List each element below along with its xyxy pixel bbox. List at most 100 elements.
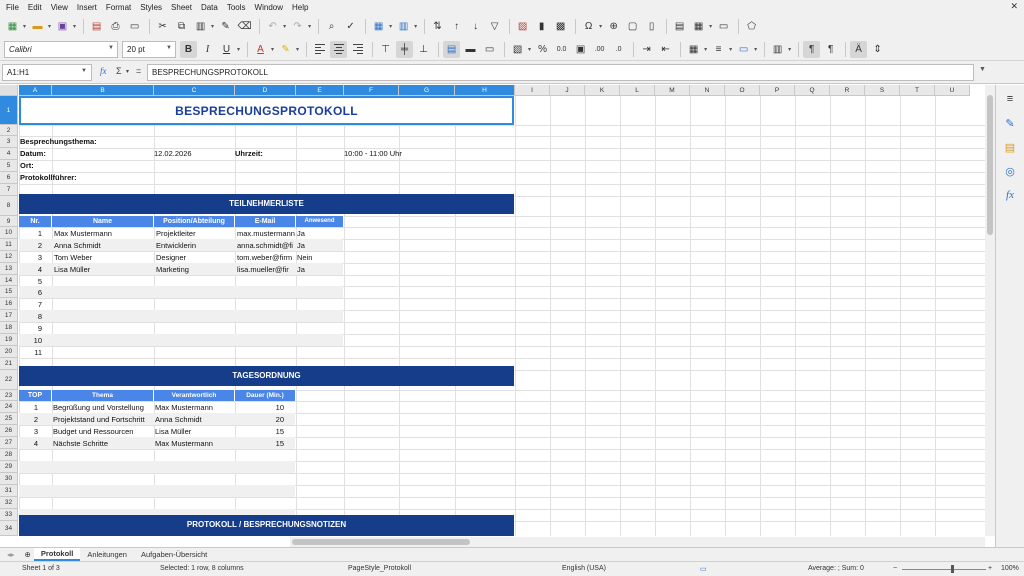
functions-icon[interactable]: fx (1002, 187, 1018, 203)
column-header-f[interactable]: F (344, 85, 399, 96)
navigator-icon[interactable]: ◎ (1002, 163, 1018, 179)
clone-formatting-icon[interactable]: ✎ (217, 18, 234, 35)
freeze-rows-columns-icon[interactable]: ▦ (690, 18, 707, 35)
define-print-area-icon[interactable]: ▤ (671, 18, 688, 35)
increase-indent-icon[interactable]: ⇥ (638, 41, 655, 58)
zoom-slider-handle[interactable] (951, 565, 954, 573)
menu-view[interactable]: View (51, 3, 68, 12)
headers-footers-icon[interactable]: ▯ (643, 18, 660, 35)
row-icon[interactable]: ▦ (370, 18, 387, 35)
row-header-25[interactable]: 25 (0, 413, 18, 425)
column-header-o[interactable]: O (725, 85, 760, 96)
add-decimal-icon[interactable]: .00 (591, 41, 608, 58)
merge-center-icon[interactable]: ▬ (462, 41, 479, 58)
copy-icon[interactable]: ⧉ (173, 18, 190, 35)
print-preview-icon[interactable]: ▭ (126, 18, 143, 35)
split-window-icon[interactable]: ▭ (715, 18, 732, 35)
column-header-j[interactable]: J (550, 85, 585, 96)
sheet-nav-icon[interactable]: ◂▸ (0, 550, 22, 559)
column-header-i[interactable]: I (515, 85, 550, 96)
insert-chart-icon[interactable]: ▮ (533, 18, 550, 35)
new-dropdown-icon[interactable]: ▾ (23, 23, 26, 30)
row-header-23[interactable]: 23 (0, 390, 18, 401)
add-sheet-icon[interactable]: ⊕ (22, 550, 34, 559)
tab-aufgaben-uebersicht[interactable]: Aufgaben-Übersicht (134, 550, 214, 559)
font-size-box[interactable]: 20 pt ▼ (122, 40, 176, 58)
column-header-t[interactable]: T (900, 85, 935, 96)
column-header-a[interactable]: A (19, 85, 52, 96)
menu-help[interactable]: Help (292, 3, 308, 12)
row-header-15[interactable]: 15 (0, 286, 18, 298)
format-as-currency-icon[interactable]: ▧ (509, 41, 526, 58)
cut-icon[interactable]: ✂ (154, 18, 171, 35)
borders-icon[interactable]: ▦ (685, 41, 702, 58)
row-header-24[interactable]: 24 (0, 401, 18, 413)
menu-styles[interactable]: Styles (140, 3, 162, 12)
row-header-16[interactable]: 16 (0, 298, 18, 310)
menu-edit[interactable]: Edit (28, 3, 42, 12)
close-document-icon[interactable]: ✕ (1010, 1, 1018, 12)
autofilter-icon[interactable]: ▽ (486, 18, 503, 35)
border-color-dropdown-icon[interactable]: ▾ (754, 46, 757, 53)
formula-icon[interactable]: = (136, 66, 141, 76)
vertical-scrollbar[interactable] (985, 85, 995, 536)
border-style-icon[interactable]: ≡ (710, 41, 727, 58)
column-header-u[interactable]: U (935, 85, 970, 96)
row-header-32[interactable]: 32 (0, 497, 18, 509)
highlight-dropdown-icon[interactable]: ▾ (296, 46, 299, 53)
column-header-g[interactable]: G (399, 85, 455, 96)
menu-sheet[interactable]: Sheet (171, 3, 192, 12)
column-header-m[interactable]: M (655, 85, 690, 96)
font-color-dropdown-icon[interactable]: ▾ (271, 46, 274, 53)
zoom-slider[interactable] (902, 569, 986, 570)
unmerge-cells-icon[interactable]: ▭ (481, 41, 498, 58)
row-header-20[interactable]: 20 (0, 346, 18, 358)
sidebar-menu-icon[interactable]: ≡ (1002, 91, 1018, 107)
highlight-color-icon[interactable]: ✎ (277, 41, 294, 58)
conditional-format-icon[interactable]: ▥ (769, 41, 786, 58)
scrollbar-thumb[interactable] (292, 539, 470, 545)
redo-dropdown-icon[interactable]: ▾ (308, 23, 311, 30)
align-right-icon[interactable] (349, 41, 366, 58)
format-as-date-icon[interactable]: ▣ (572, 41, 589, 58)
row-header-3[interactable]: 3 (0, 136, 18, 148)
sort-descending-icon[interactable]: ↓ (467, 18, 484, 35)
tab-protokoll[interactable]: Protokoll (33, 548, 81, 561)
border-style-dropdown-icon[interactable]: ▾ (729, 46, 732, 53)
right-to-left-icon[interactable]: ¶ (822, 41, 839, 58)
vertical-text-icon[interactable]: ⇕ (869, 41, 886, 58)
zoom-in-icon[interactable]: + (988, 565, 992, 572)
zoom-level[interactable]: 100% (1001, 565, 1019, 572)
menu-tools[interactable]: Tools (227, 3, 246, 12)
italic-button[interactable]: I (199, 41, 216, 58)
row-header-6[interactable]: 6 (0, 172, 18, 184)
column-header-r[interactable]: R (830, 85, 865, 96)
row-header-1[interactable]: 1 (0, 96, 18, 125)
new-document-icon[interactable]: ▦ (4, 18, 21, 35)
undo-icon[interactable]: ↶ (264, 18, 281, 35)
sort-ascending-icon[interactable]: ↑ (448, 18, 465, 35)
align-center-icon[interactable] (330, 40, 348, 58)
language[interactable]: English (USA) (562, 565, 606, 572)
text-direction-icon[interactable]: Ä (850, 40, 868, 58)
special-char-dropdown-icon[interactable]: ▾ (599, 23, 602, 30)
center-vertically-icon[interactable]: ╪ (396, 40, 414, 58)
row-header-17[interactable]: 17 (0, 310, 18, 322)
properties-icon[interactable]: ✎ (1002, 115, 1018, 131)
styles-icon[interactable]: ▤ (1002, 139, 1018, 155)
row-header-7[interactable]: 7 (0, 184, 18, 196)
sum-dropdown-icon[interactable]: ▾ (126, 68, 129, 75)
row-header-19[interactable]: 19 (0, 334, 18, 346)
currency-dropdown-icon[interactable]: ▾ (528, 46, 531, 53)
tab-anleitungen[interactable]: Anleitungen (80, 550, 134, 559)
row-header-13[interactable]: 13 (0, 263, 18, 275)
page-style[interactable]: PageStyle_Protokoll (348, 565, 411, 572)
scrollbar-thumb[interactable] (987, 95, 993, 235)
print-icon[interactable]: ⎙ (107, 18, 124, 35)
row-header-4[interactable]: 4 (0, 148, 18, 160)
find-replace-icon[interactable]: ⌕ (323, 18, 340, 35)
insert-pivot-icon[interactable]: ▩ (552, 18, 569, 35)
wrap-text-icon[interactable]: ▤ (443, 40, 461, 58)
selection-mode-icon[interactable]: ▭ (700, 565, 707, 573)
row-header-2[interactable]: 2 (0, 125, 18, 136)
